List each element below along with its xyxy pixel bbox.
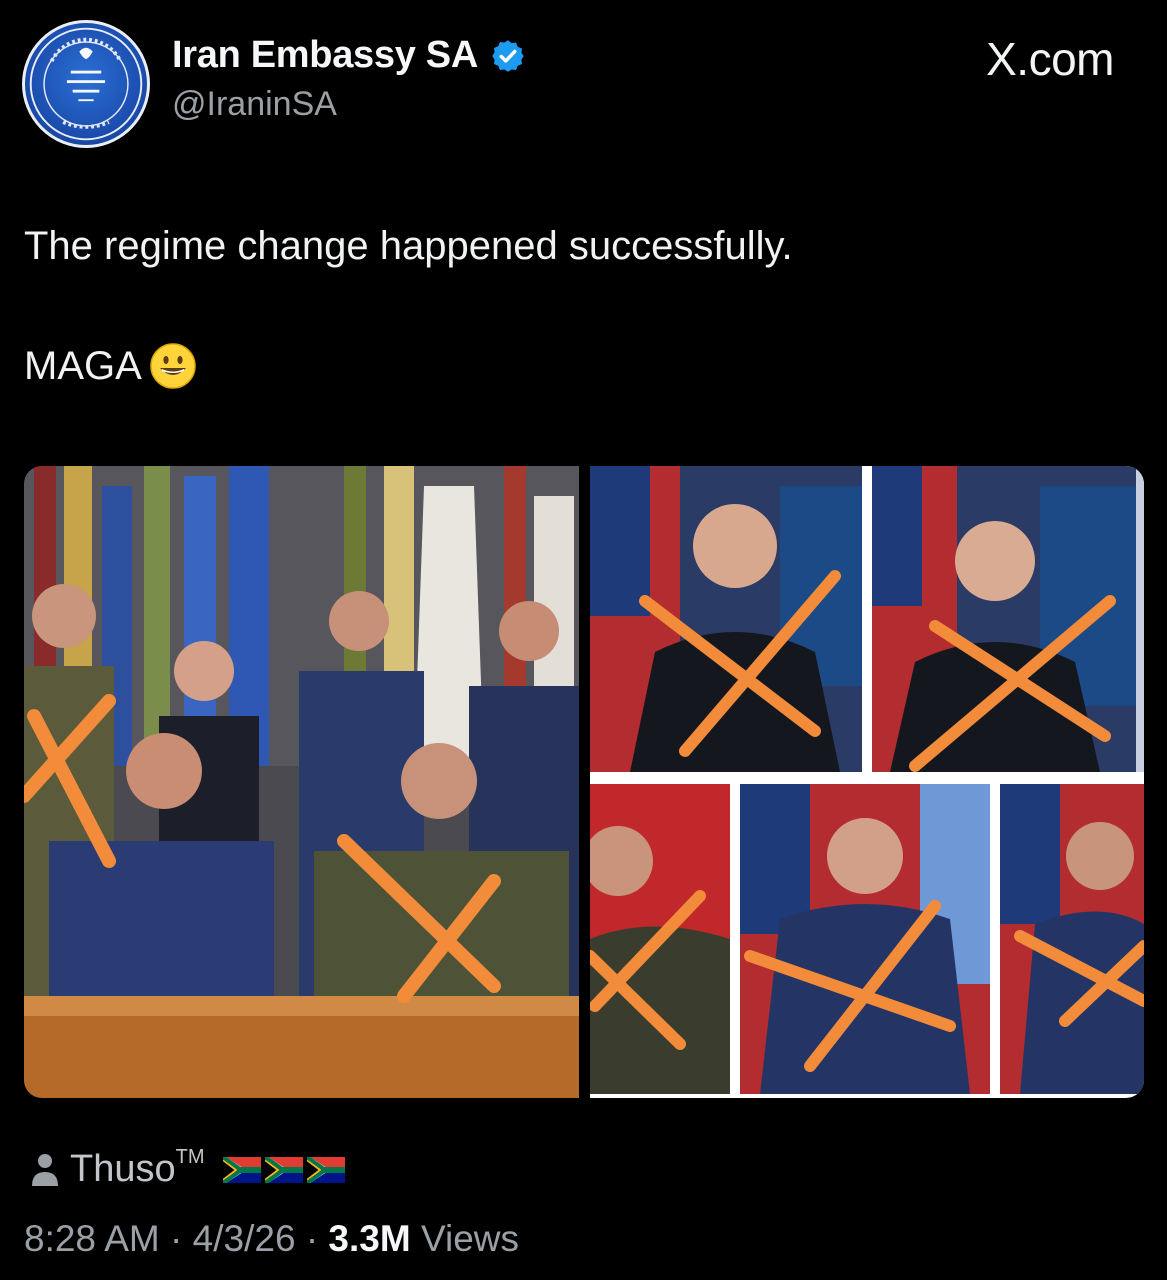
- tweet-header: Iran Embassy SA @IraninSA X.com: [22, 20, 1142, 150]
- watermark: X.com: [986, 33, 1114, 85]
- tweet-time[interactable]: 8:28 AM: [24, 1218, 160, 1259]
- tweet-text-line-2: MAGA: [24, 344, 142, 388]
- south-africa-flag-icon: [306, 1156, 345, 1183]
- account-handle[interactable]: @IraninSA: [172, 85, 526, 124]
- views-count: 3.3M: [328, 1218, 411, 1259]
- person-icon: [30, 1152, 60, 1188]
- flag-group: [222, 1156, 345, 1183]
- tweet-text-line-1: The regime change happened successfully.: [24, 224, 793, 268]
- views-label: Views: [420, 1218, 519, 1259]
- tweet-date[interactable]: 4/3/26: [193, 1218, 296, 1259]
- community-user-name: ThusoTM: [70, 1146, 205, 1190]
- embassy-seal-icon[interactable]: [22, 20, 150, 148]
- trademark-suffix: TM: [175, 1146, 205, 1169]
- portrait-collage[interactable]: [590, 466, 1144, 1098]
- south-africa-flag-icon: [222, 1156, 261, 1183]
- tweet-media[interactable]: [24, 466, 1144, 1098]
- south-africa-flag-icon: [264, 1156, 303, 1183]
- tweet-meta: 8:28 AM · 4/3/26 · 3.3M Views: [24, 1218, 519, 1260]
- display-name[interactable]: Iran Embassy SA: [172, 34, 478, 77]
- tweet-text-line-2-row: MAGA: [24, 338, 1144, 394]
- community-user-row[interactable]: ThusoTM: [30, 1146, 345, 1191]
- verified-badge-icon[interactable]: [490, 38, 526, 74]
- display-name-row: Iran Embassy SA: [172, 34, 526, 77]
- grinning-face-emoji: [148, 341, 198, 391]
- account-names: Iran Embassy SA @IraninSA: [172, 34, 526, 124]
- group-photo[interactable]: [24, 466, 579, 1098]
- tweet-body: The regime change happened successfully.…: [24, 218, 1144, 394]
- meta-separator: ·: [170, 1218, 183, 1259]
- meta-separator: ·: [305, 1218, 319, 1259]
